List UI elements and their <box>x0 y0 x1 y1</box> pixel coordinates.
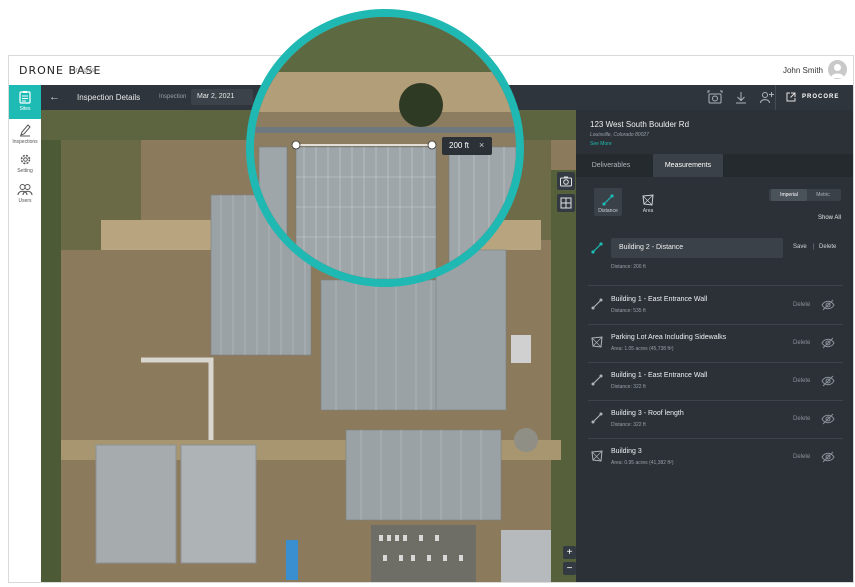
zoom-out-button[interactable]: − <box>563 562 576 575</box>
delete-button[interactable]: Delete <box>819 244 836 250</box>
map-layers-button[interactable] <box>557 194 575 212</box>
rail-item-label: Setting <box>17 168 33 174</box>
tab-measurements[interactable]: Measurements <box>653 154 723 177</box>
divider <box>588 400 843 401</box>
delete-button[interactable]: Delete <box>793 454 810 460</box>
measurement-title: Building 3 - Roof length <box>611 410 684 417</box>
rail-item-inspections[interactable]: Inspections <box>9 118 41 152</box>
measurement-value: Distance: 535 ft <box>611 308 646 314</box>
map-screenshot-button[interactable] <box>557 172 575 190</box>
delete-button[interactable]: Delete <box>793 378 810 384</box>
camera-icon <box>560 176 572 187</box>
hide-eye-icon[interactable] <box>821 413 835 425</box>
action-separator: | <box>813 244 815 250</box>
unit-toggle: Imperial Metric <box>769 189 841 201</box>
panel-tabs: Deliverables Measurements <box>576 154 853 177</box>
area-icon <box>591 450 603 462</box>
site-address: 123 West South Boulder Rd <box>590 120 690 129</box>
user-avatar-icon <box>831 64 844 78</box>
save-button[interactable]: Save <box>793 244 807 250</box>
user-name[interactable]: John Smith <box>783 66 823 75</box>
clipboard-icon <box>19 91 31 104</box>
divider <box>588 362 843 363</box>
measurement-title: Building 1 - East Entrance Wall <box>611 372 708 379</box>
rail-item-label: Inspections <box>12 139 38 145</box>
tool-label: Distance <box>598 208 618 214</box>
measurement-title: Building 3 <box>611 448 642 455</box>
split-view-icon <box>560 197 572 209</box>
show-all-button[interactable]: Show All <box>818 215 841 221</box>
rail-item-label: Users <box>18 198 32 204</box>
tool-label: Area <box>642 208 654 214</box>
measurement-row[interactable]: Parking Lot Area Including Sidewalks Are… <box>576 326 853 363</box>
measurement-value: Area: 1.05 acres (45,738 ft²) <box>611 346 674 352</box>
hide-eye-icon[interactable] <box>821 375 835 387</box>
inspection-date-select[interactable]: Mar 2, 2021 <box>191 89 253 105</box>
measurement-value: Distance: 322 ft <box>611 384 646 390</box>
delete-button[interactable]: Delete <box>793 302 810 308</box>
pencil-icon <box>20 124 31 137</box>
rail-item-sites[interactable]: Sites <box>9 85 41 119</box>
inspection-label: Inspection <box>159 94 187 100</box>
area-icon <box>591 336 603 348</box>
site-city: Louisville, Colorado 80027 <box>590 132 649 138</box>
zoom-in-button[interactable]: + <box>563 546 576 559</box>
rail-item-setting[interactable]: Setting <box>9 148 41 182</box>
distance-tool-button[interactable]: Distance <box>594 188 622 216</box>
procore-label: PROCORE <box>802 94 840 100</box>
measurements-panel: 123 West South Boulder Rd Louisville, Co… <box>576 110 853 582</box>
measurement-edit-row: Building 2 - Distance Distance: 200 ft S… <box>576 231 853 281</box>
unit-metric[interactable]: Metric <box>807 189 839 201</box>
unit-imperial[interactable]: Imperial <box>771 189 807 201</box>
brand-subtitle: Insights <box>74 68 95 74</box>
distance-icon <box>591 242 603 254</box>
measure-label: 200 ft <box>449 141 470 150</box>
measurement-value: Distance: 322 ft <box>611 422 646 428</box>
distance-icon <box>591 298 603 310</box>
area-tool-button[interactable]: Area <box>634 188 662 216</box>
left-rail: Sites Inspections Setting Users <box>9 85 42 582</box>
download-icon[interactable] <box>733 90 749 106</box>
tab-deliverables[interactable]: Deliverables <box>576 154 646 177</box>
measurement-row[interactable]: Building 3 Area: 0.95 acres (41,382 ft²)… <box>576 440 853 477</box>
hide-eye-icon[interactable] <box>821 299 835 311</box>
measurement-title: Building 1 - East Entrance Wall <box>611 296 708 303</box>
distance-icon <box>591 374 603 386</box>
divider <box>588 285 843 286</box>
measurement-row[interactable]: Building 1 - East Entrance Wall Distance… <box>576 288 853 325</box>
magnifier-lens: 200 ft × <box>246 9 524 287</box>
gear-icon <box>20 154 30 165</box>
see-more-link[interactable]: See More <box>590 141 612 147</box>
procore-button[interactable]: PROCORE <box>775 85 853 110</box>
delete-button[interactable]: Delete <box>793 416 810 422</box>
measurement-row[interactable]: Building 1 - East Entrance Wall Distance… <box>576 364 853 401</box>
measurement-name-input[interactable]: Building 2 - Distance <box>611 238 783 258</box>
distance-icon <box>602 194 614 206</box>
distance-icon <box>591 412 603 424</box>
area-icon <box>642 194 654 206</box>
rail-item-label: Sites <box>19 106 31 112</box>
rail-item-users[interactable]: Users <box>9 178 41 212</box>
measurement-row[interactable]: Building 3 - Roof length Distance: 322 f… <box>576 402 853 439</box>
close-icon[interactable]: × <box>479 140 484 150</box>
users-icon <box>17 184 33 196</box>
page-title: Inspection Details <box>77 93 141 102</box>
delete-button[interactable]: Delete <box>793 340 810 346</box>
external-link-icon <box>786 92 796 102</box>
measure-label-chip: 200 ft × <box>442 137 492 155</box>
hide-eye-icon[interactable] <box>821 451 835 463</box>
camera-capture-icon[interactable] <box>707 90 723 106</box>
add-user-icon[interactable] <box>759 90 775 106</box>
measurement-title: Parking Lot Area Including Sidewalks <box>611 334 727 341</box>
hide-eye-icon[interactable] <box>821 337 835 349</box>
back-arrow-icon[interactable]: ← <box>49 90 63 104</box>
measurement-value: Distance: 200 ft <box>611 264 646 270</box>
avatar[interactable] <box>828 60 847 79</box>
measurement-value: Area: 0.95 acres (41,382 ft²) <box>611 460 674 466</box>
divider <box>588 324 843 325</box>
divider <box>588 438 843 439</box>
